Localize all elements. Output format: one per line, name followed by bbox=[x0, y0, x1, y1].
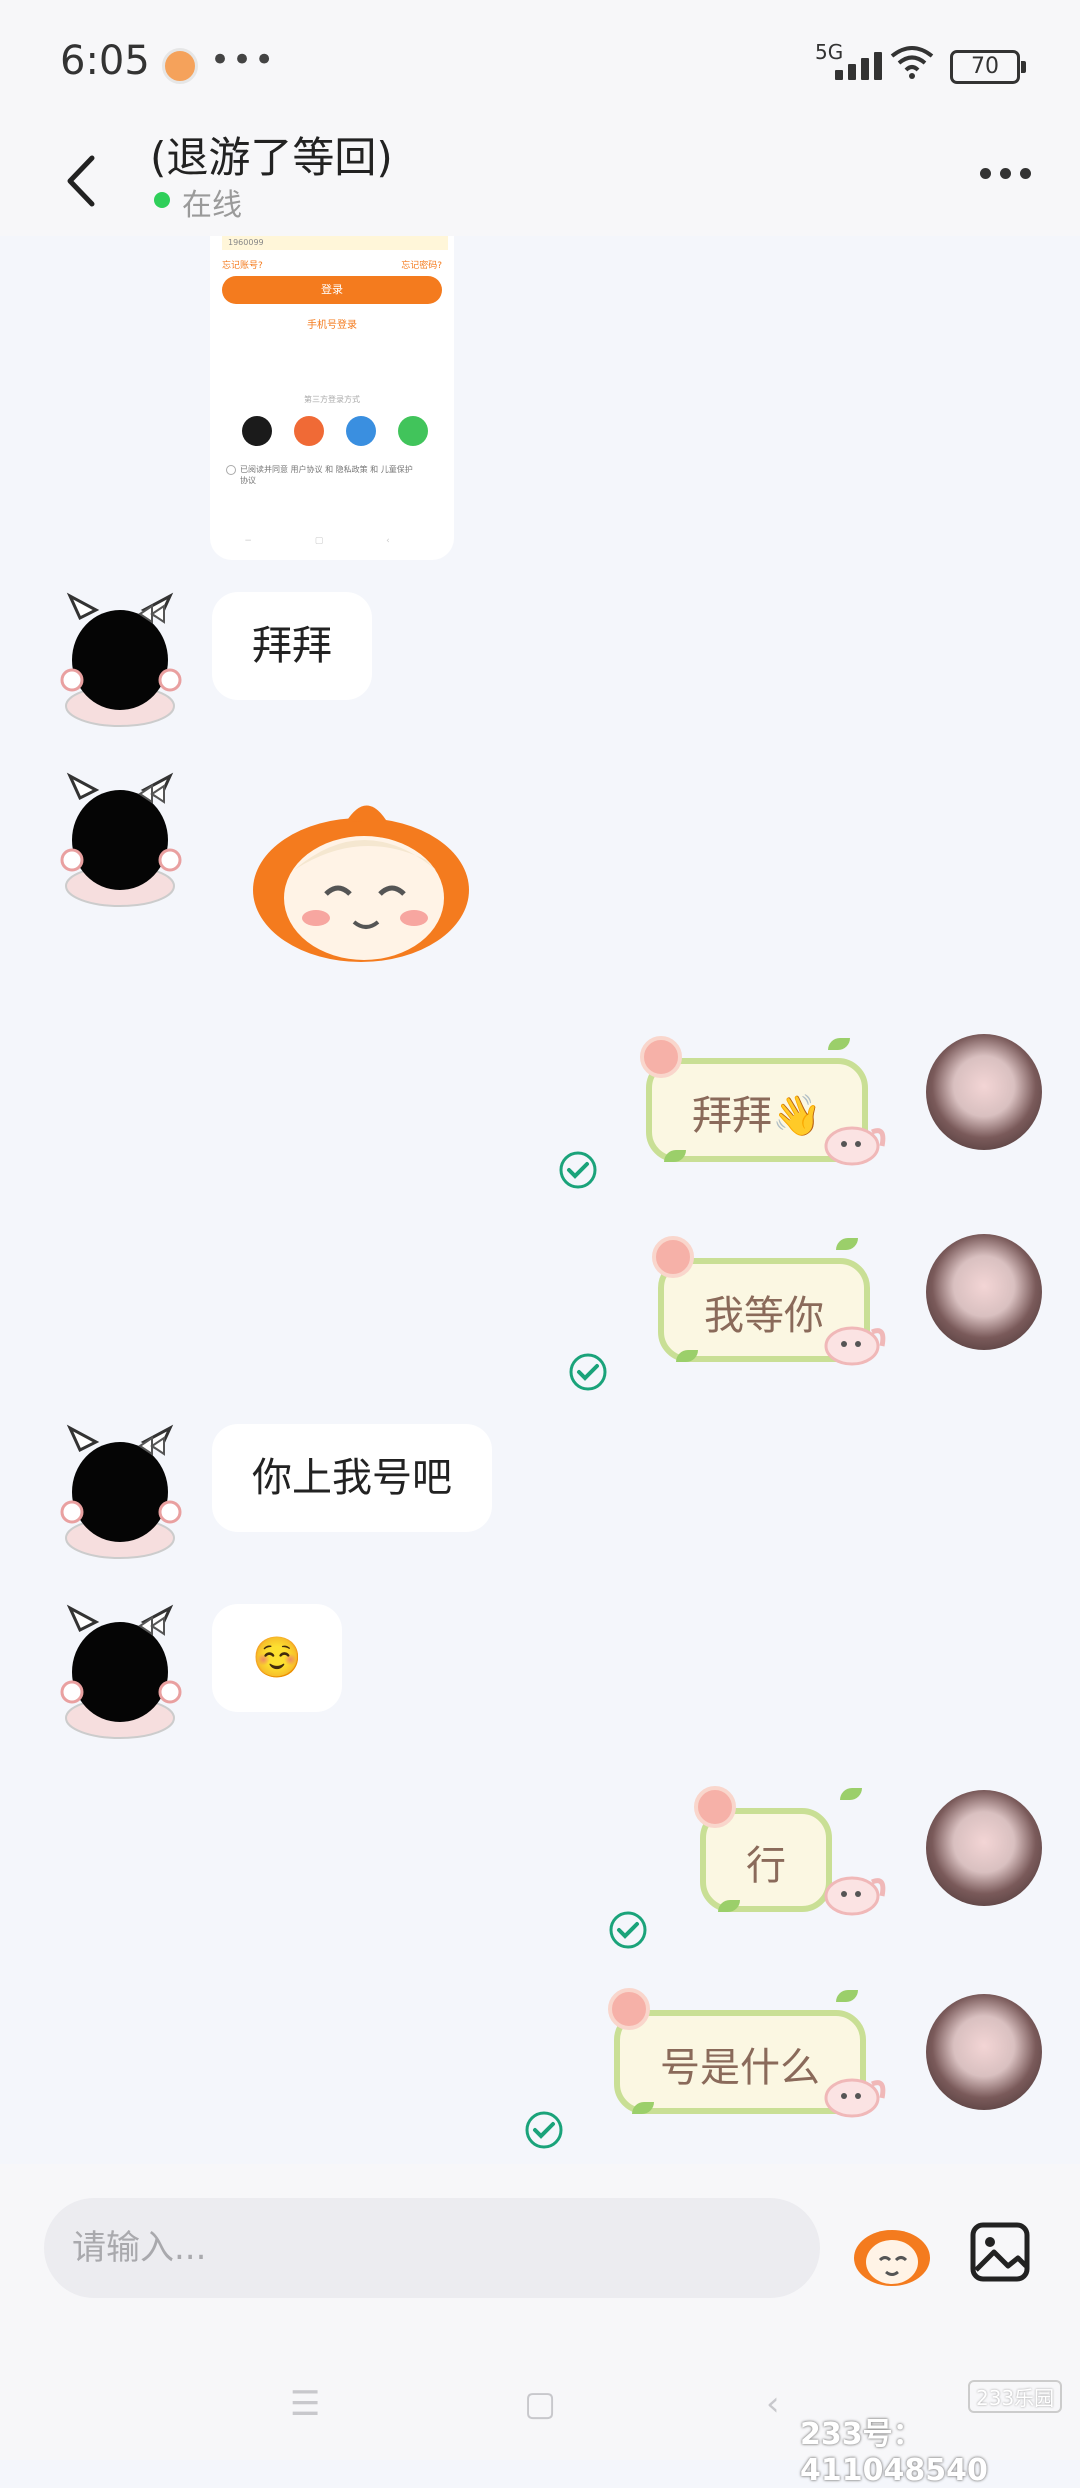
status-bar: 6:05 ••• 5G 70 bbox=[0, 0, 1080, 120]
contact-avatar[interactable] bbox=[50, 768, 190, 908]
flower-decoration bbox=[640, 1036, 682, 1078]
flower-decoration bbox=[608, 1988, 650, 2030]
read-check-icon bbox=[525, 2111, 563, 2149]
qq-icon bbox=[346, 416, 376, 446]
online-status-dot bbox=[154, 192, 170, 208]
chat-header: (退游了等回) 在线 bbox=[0, 120, 1080, 236]
back-nav-icon[interactable]: ‹ bbox=[766, 2384, 780, 2424]
mascot-sticker[interactable] bbox=[246, 790, 476, 970]
app-login-icon bbox=[294, 416, 324, 446]
message-input-bar: 请输入... ☰ ▢ ‹ 233乐园 233号：411048540 bbox=[0, 2164, 1080, 2488]
message-bubble[interactable]: ☺️ bbox=[212, 1604, 342, 1712]
my-avatar[interactable] bbox=[926, 1994, 1042, 2110]
watermark-id: 233号：411048540 bbox=[800, 2417, 988, 2488]
flower-decoration bbox=[694, 1786, 736, 1828]
leaf-decoration bbox=[836, 1238, 858, 1250]
leaf-decoration bbox=[836, 1990, 858, 2002]
forgot-links: 忘记账号? 忘记密码? bbox=[222, 258, 442, 271]
tiktok-icon bbox=[242, 416, 272, 446]
screenshot-navbar: − ▢ ‹ bbox=[244, 536, 420, 546]
back-arrow-icon[interactable] bbox=[56, 146, 106, 216]
more-notifications-icon: ••• bbox=[210, 40, 277, 80]
read-check-icon bbox=[569, 1353, 607, 1391]
leaf-decoration bbox=[840, 1788, 862, 1800]
status-time: 6:05 bbox=[60, 38, 150, 84]
shared-screenshot-image[interactable]: 1960099 忘记账号? 忘记密码? 登录 手机号登录 第三方登录方式 已阅读… bbox=[210, 236, 454, 560]
my-avatar[interactable] bbox=[926, 1034, 1042, 1150]
message-bubble[interactable]: 你上我号吧 bbox=[212, 1424, 492, 1532]
cat-decoration bbox=[824, 1126, 886, 1166]
third-party-label: 第三方登录方式 bbox=[304, 395, 360, 404]
cat-decoration bbox=[824, 1876, 886, 1916]
emoji-mascot-icon[interactable] bbox=[852, 2218, 932, 2288]
read-check-icon bbox=[559, 1151, 597, 1189]
battery-icon: 70 bbox=[950, 50, 1026, 84]
image-picker-icon[interactable] bbox=[968, 2220, 1032, 2284]
message-input[interactable]: 请输入... bbox=[44, 2198, 820, 2298]
read-check-icon bbox=[609, 1911, 647, 1949]
more-options-icon[interactable] bbox=[975, 158, 1035, 188]
contact-avatar[interactable] bbox=[50, 588, 190, 728]
wechat-icon bbox=[398, 416, 428, 446]
phone-field: 1960099 bbox=[222, 236, 448, 250]
message-bubble[interactable]: 拜拜 bbox=[212, 592, 372, 700]
flower-decoration bbox=[652, 1236, 694, 1278]
contact-avatar[interactable] bbox=[50, 1600, 190, 1740]
my-avatar[interactable] bbox=[926, 1234, 1042, 1350]
home-nav-icon[interactable]: ▢ bbox=[524, 2384, 556, 2424]
cat-decoration bbox=[824, 2078, 886, 2118]
leaf-decoration bbox=[828, 1038, 850, 1050]
chat-title: (退游了等回) bbox=[150, 133, 393, 182]
agreement-text: 已阅读并同意 用户协议 和 隐私政策 和 儿童保护协议 bbox=[226, 464, 420, 486]
contact-avatar[interactable] bbox=[50, 1420, 190, 1560]
my-avatar[interactable] bbox=[926, 1790, 1042, 1906]
online-status-text: 在线 bbox=[182, 188, 242, 223]
forgot-password-link: 忘记密码? bbox=[401, 261, 442, 271]
phone-login-link: 手机号登录 bbox=[307, 320, 357, 331]
forgot-account-link: 忘记账号? bbox=[222, 261, 263, 271]
menu-nav-icon[interactable]: ☰ bbox=[290, 2384, 320, 2424]
wifi-icon bbox=[890, 46, 934, 79]
app-notification-icon bbox=[162, 48, 198, 84]
login-button: 登录 bbox=[222, 276, 442, 304]
cat-decoration bbox=[824, 1326, 886, 1366]
